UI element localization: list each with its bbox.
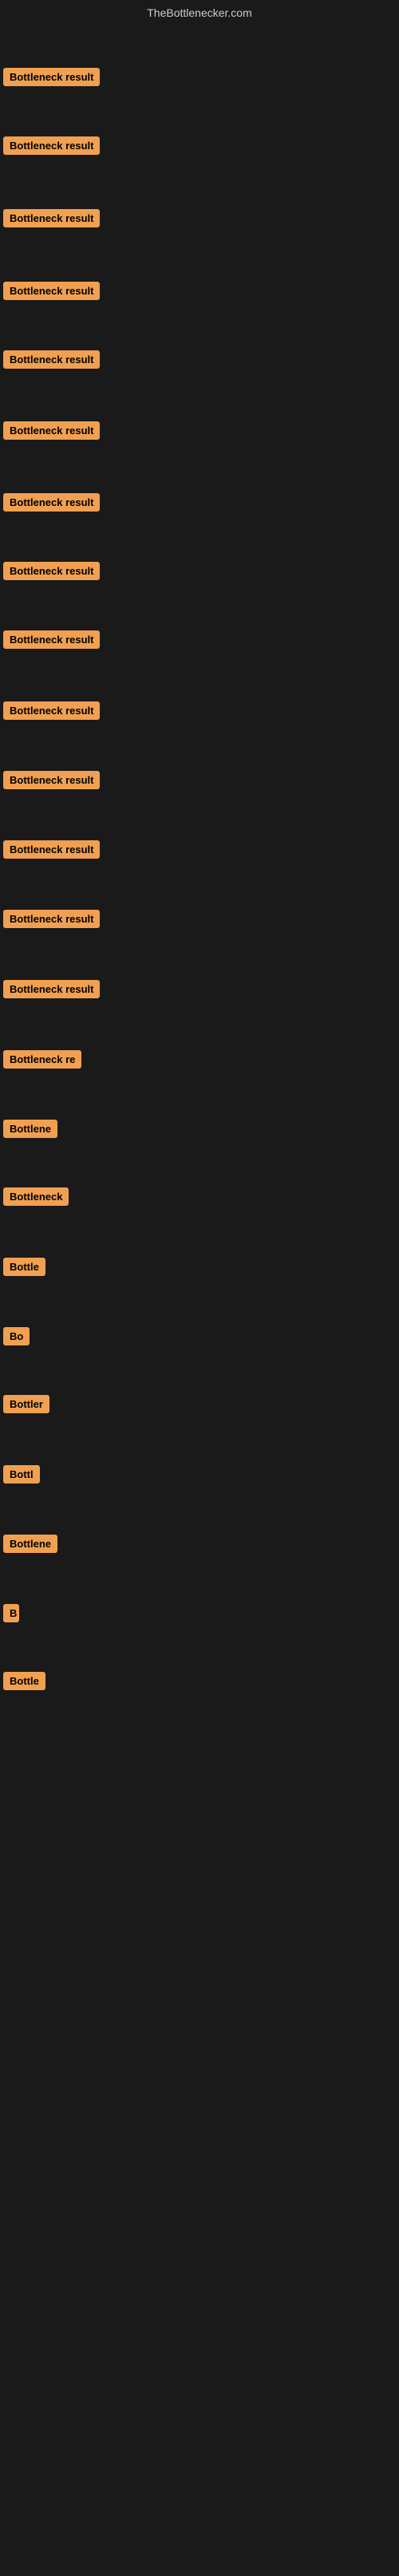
- bottleneck-badge-16[interactable]: Bottlene: [3, 1120, 57, 1138]
- bottleneck-badge-19[interactable]: Bo: [3, 1327, 30, 1345]
- bottleneck-badge-20[interactable]: Bottler: [3, 1395, 49, 1413]
- badge-wrapper-24: Bottle: [3, 1672, 45, 1694]
- badge-wrapper-18: Bottle: [3, 1258, 45, 1280]
- badge-wrapper-9: Bottleneck result: [3, 630, 100, 653]
- badges-container: Bottleneck result Bottleneck result Bottle…: [0, 22, 399, 2576]
- bottleneck-badge-9[interactable]: Bottleneck result: [3, 630, 100, 649]
- bottleneck-badge-21[interactable]: Bottl: [3, 1465, 40, 1484]
- bottleneck-badge-23[interactable]: B: [3, 1604, 19, 1622]
- badge-wrapper-2: Bottleneck result: [3, 136, 100, 159]
- bottleneck-badge-24[interactable]: Bottle: [3, 1672, 45, 1690]
- badge-wrapper-16: Bottlene: [3, 1120, 57, 1142]
- bottleneck-badge-15[interactable]: Bottleneck re: [3, 1050, 81, 1069]
- bottleneck-badge-3[interactable]: Bottleneck result: [3, 209, 100, 227]
- bottleneck-badge-4[interactable]: Bottleneck result: [3, 282, 100, 300]
- bottleneck-badge-10[interactable]: Bottleneck result: [3, 701, 100, 720]
- badge-wrapper-11: Bottleneck result: [3, 771, 100, 793]
- badge-wrapper-14: Bottleneck result: [3, 980, 100, 1002]
- bottleneck-badge-6[interactable]: Bottleneck result: [3, 421, 100, 440]
- badge-wrapper-10: Bottleneck result: [3, 701, 100, 724]
- bottleneck-badge-7[interactable]: Bottleneck result: [3, 493, 100, 512]
- bottleneck-badge-13[interactable]: Bottleneck result: [3, 910, 100, 928]
- badge-wrapper-23: B: [3, 1604, 19, 1626]
- badge-wrapper-12: Bottleneck result: [3, 840, 100, 863]
- bottleneck-badge-17[interactable]: Bottleneck: [3, 1187, 69, 1206]
- bottleneck-badge-22[interactable]: Bottlene: [3, 1535, 57, 1553]
- bottleneck-badge-1[interactable]: Bottleneck result: [3, 68, 100, 86]
- badge-wrapper-5: Bottleneck result: [3, 350, 100, 373]
- bottleneck-badge-12[interactable]: Bottleneck result: [3, 840, 100, 859]
- bottleneck-badge-5[interactable]: Bottleneck result: [3, 350, 100, 369]
- bottleneck-badge-14[interactable]: Bottleneck result: [3, 980, 100, 998]
- badge-wrapper-7: Bottleneck result: [3, 493, 100, 516]
- badge-wrapper-17: Bottleneck: [3, 1187, 69, 1210]
- badge-wrapper-21: Bottl: [3, 1465, 40, 1488]
- bottleneck-badge-11[interactable]: Bottleneck result: [3, 771, 100, 789]
- site-title: TheBottlenecker.com: [0, 0, 399, 22]
- badge-wrapper-13: Bottleneck result: [3, 910, 100, 932]
- badge-wrapper-8: Bottleneck result: [3, 562, 100, 584]
- bottleneck-badge-18[interactable]: Bottle: [3, 1258, 45, 1276]
- badge-wrapper-19: Bo: [3, 1327, 30, 1349]
- badge-wrapper-22: Bottlene: [3, 1535, 57, 1557]
- badge-wrapper-20: Bottler: [3, 1395, 49, 1417]
- badge-wrapper-1: Bottleneck result: [3, 68, 100, 90]
- bottleneck-badge-8[interactable]: Bottleneck result: [3, 562, 100, 580]
- bottleneck-badge-2[interactable]: Bottleneck result: [3, 136, 100, 155]
- badge-wrapper-4: Bottleneck result: [3, 282, 100, 304]
- badge-wrapper-6: Bottleneck result: [3, 421, 100, 444]
- site-title-container: TheBottlenecker.com: [0, 0, 399, 22]
- badge-wrapper-15: Bottleneck re: [3, 1050, 81, 1073]
- badge-wrapper-3: Bottleneck result: [3, 209, 100, 231]
